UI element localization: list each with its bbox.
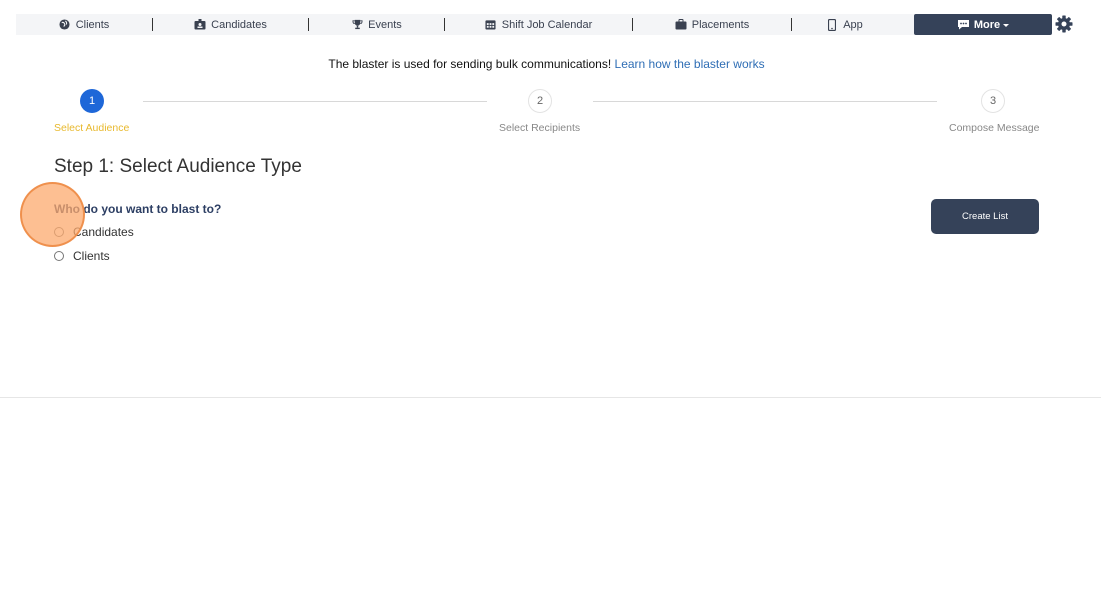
create-list-button[interactable]: Create List: [931, 199, 1039, 234]
candidates-radio[interactable]: [54, 227, 64, 237]
more-button[interactable]: More: [914, 14, 1052, 35]
step-3-label: Compose Message: [949, 122, 1040, 134]
step-number: 2: [536, 95, 544, 107]
nav-item-label: Placements: [691, 18, 750, 31]
step-number: 1: [88, 95, 96, 107]
section-divider: [0, 397, 1101, 398]
blaster-info: The blaster is used for sending bulk com…: [0, 57, 1093, 71]
nav-item-app[interactable]: App: [792, 14, 897, 35]
stepper-connector: [593, 101, 937, 102]
step-2-indicator: 2: [528, 89, 552, 113]
audience-question: Who do you want to blast to?: [54, 202, 222, 216]
nav-item-clients[interactable]: Clients: [16, 14, 152, 35]
nav-item-label: Candidates: [211, 18, 267, 31]
globe-icon: [59, 19, 71, 31]
briefcase-icon: [675, 19, 687, 31]
nav-item-label: Events: [368, 18, 402, 31]
more-label: More: [973, 18, 1001, 31]
step-number: 3: [989, 95, 997, 107]
nav-item-label: App: [843, 18, 863, 31]
nav-item-events[interactable]: Events: [309, 14, 444, 35]
step-2-label: Select Recipients: [499, 122, 581, 134]
clients-radio[interactable]: [54, 251, 64, 261]
id-badge-icon: [194, 19, 206, 31]
step-1-indicator: 1: [80, 89, 104, 113]
info-text: The blaster is used for sending bulk com…: [328, 57, 615, 71]
mobile-icon: [826, 18, 838, 31]
radio-label: Clients: [73, 249, 110, 263]
step-3-indicator: 3: [981, 89, 1005, 113]
nav-item-label: Clients: [75, 18, 110, 31]
nav-item-label: Shift Job Calendar: [501, 18, 593, 31]
page-title: Step 1: Select Audience Type: [54, 156, 302, 177]
caret-down-icon: [1003, 23, 1010, 27]
top-nav: Clients Candidates Events Shift Job Cale…: [16, 14, 1052, 35]
chat-icon: [957, 19, 970, 30]
gear-icon[interactable]: [1054, 14, 1074, 34]
stepper-connector: [143, 101, 487, 102]
nav-item-candidates[interactable]: Candidates: [153, 14, 308, 35]
step-1-label: Select Audience: [54, 122, 130, 134]
radio-option-clients[interactable]: Clients: [54, 249, 110, 263]
radio-label: Candidates: [73, 225, 134, 239]
radio-option-candidates[interactable]: Candidates: [54, 225, 134, 239]
calendar-icon: [485, 19, 497, 31]
nav-item-shift-job-calendar[interactable]: Shift Job Calendar: [445, 14, 632, 35]
learn-more-link[interactable]: Learn how the blaster works: [615, 57, 765, 71]
trophy-icon: [351, 19, 363, 31]
nav-item-placements[interactable]: Placements: [633, 14, 791, 35]
